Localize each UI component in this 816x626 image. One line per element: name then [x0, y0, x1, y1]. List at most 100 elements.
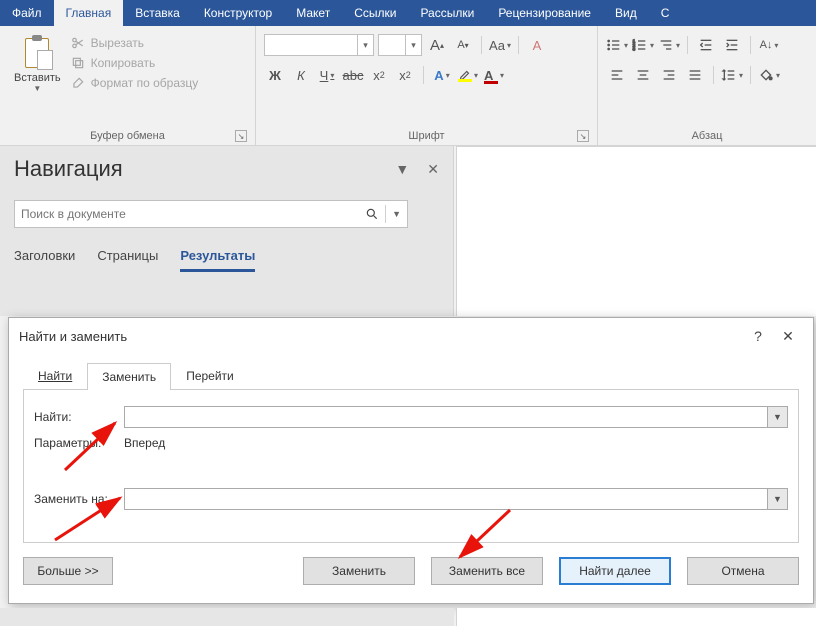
copy-icon: [71, 56, 85, 70]
menu-home[interactable]: Главная: [54, 0, 124, 26]
ribbon-group-paragraph: 123 A↓: [598, 26, 816, 145]
menu-references[interactable]: Ссылки: [342, 0, 408, 26]
navigation-tabs: Заголовки Страницы Результаты: [14, 248, 439, 272]
align-left-button[interactable]: [606, 64, 628, 86]
chevron-down-icon[interactable]: ▾: [357, 35, 373, 55]
indent-icon: [724, 37, 740, 53]
numbering-button[interactable]: 123: [632, 34, 654, 56]
menu-design[interactable]: Конструктор: [192, 0, 284, 26]
find-replace-dialog: Найти и заменить ? ✕ Найти Заменить Пере…: [8, 317, 814, 604]
tab-goto[interactable]: Перейти: [171, 362, 249, 389]
underline-button[interactable]: Ч: [316, 64, 338, 86]
list-multilevel-icon: [658, 37, 674, 53]
ribbon-group-font: ▾ ▾ A▴ A▾ Aa A Ж К Ч abc x2 x2: [256, 26, 598, 145]
paste-icon: [21, 34, 53, 70]
find-input[interactable]: [125, 407, 767, 427]
chevron-down-icon[interactable]: ▾: [405, 35, 421, 55]
dialog-launcher-icon[interactable]: ↘: [577, 130, 589, 142]
align-justify-button[interactable]: [684, 64, 706, 86]
nav-tab-results[interactable]: Результаты: [180, 248, 255, 272]
highlight-button[interactable]: [457, 64, 479, 86]
menu-review[interactable]: Рецензирование: [486, 0, 603, 26]
chevron-down-icon[interactable]: ▼: [767, 489, 787, 509]
replace-all-button[interactable]: Заменить все: [431, 557, 543, 585]
close-icon[interactable]: ✕: [773, 328, 803, 345]
chevron-down-icon[interactable]: ▼: [767, 407, 787, 427]
chevron-down-icon[interactable]: ▼: [395, 161, 409, 178]
shrink-font-button[interactable]: A▾: [452, 34, 474, 56]
replace-input[interactable]: [125, 489, 767, 509]
search-input[interactable]: [21, 207, 365, 221]
copy-button[interactable]: Копировать: [71, 56, 199, 70]
menu-layout[interactable]: Макет: [284, 0, 342, 26]
font-color-button[interactable]: A: [483, 64, 505, 86]
dialog-titlebar[interactable]: Найти и заменить ? ✕: [9, 318, 813, 354]
navigation-title: Навигация: [14, 156, 123, 182]
paste-label: Вставить: [14, 72, 61, 84]
shading-button[interactable]: [758, 64, 780, 86]
chevron-down-icon[interactable]: ▼: [392, 209, 401, 219]
strike-button[interactable]: abc: [342, 64, 364, 86]
nav-tab-pages[interactable]: Страницы: [97, 248, 158, 272]
pane-background: [0, 608, 454, 626]
change-case-button[interactable]: Aa: [489, 34, 511, 56]
bold-button[interactable]: Ж: [264, 64, 286, 86]
paste-button[interactable]: Вставить ▼: [8, 30, 67, 97]
document-area[interactable]: [456, 146, 816, 316]
menu-extra[interactable]: С: [649, 0, 682, 26]
tab-replace[interactable]: Заменить: [87, 363, 171, 390]
menu-insert[interactable]: Вставка: [123, 0, 192, 26]
menu-mail[interactable]: Рассылки: [408, 0, 486, 26]
svg-text:3: 3: [633, 46, 636, 51]
bucket-icon: [758, 67, 774, 83]
menu-view[interactable]: Вид: [603, 0, 649, 26]
line-spacing-icon: [721, 67, 737, 83]
more-button[interactable]: Больше >>: [23, 557, 113, 585]
nav-tab-headings[interactable]: Заголовки: [14, 248, 75, 272]
chevron-down-icon[interactable]: ▼: [33, 84, 41, 93]
dialog-launcher-icon[interactable]: ↘: [235, 130, 247, 142]
subscript-button[interactable]: x2: [368, 64, 390, 86]
font-size-combo[interactable]: ▾: [378, 34, 422, 56]
superscript-button[interactable]: x2: [394, 64, 416, 86]
close-icon[interactable]: ✕: [427, 161, 439, 178]
ribbon: Вставить ▼ Вырезать Копировать Формат по…: [0, 26, 816, 146]
dialog-title: Найти и заменить: [19, 329, 127, 344]
replace-button[interactable]: Заменить: [303, 557, 415, 585]
grow-font-button[interactable]: A▴: [426, 34, 448, 56]
help-button[interactable]: ?: [743, 328, 773, 344]
ribbon-group-clipboard: Вставить ▼ Вырезать Копировать Формат по…: [0, 26, 256, 145]
decrease-indent-button[interactable]: [695, 34, 717, 56]
format-painter-button[interactable]: Формат по образцу: [71, 76, 199, 90]
sort-button[interactable]: A↓: [758, 34, 780, 56]
replace-label: Заменить на:: [34, 492, 124, 506]
align-center-icon: [635, 67, 651, 83]
outdent-icon: [698, 37, 714, 53]
replace-combo[interactable]: ▼: [124, 488, 788, 510]
menu-bar: Файл Главная Вставка Конструктор Макет С…: [0, 0, 816, 26]
params-label: Параметры:: [34, 436, 124, 450]
multilevel-button[interactable]: [658, 34, 680, 56]
align-right-button[interactable]: [658, 64, 680, 86]
italic-button[interactable]: К: [290, 64, 312, 86]
find-next-button[interactable]: Найти далее: [559, 557, 671, 585]
navigation-search[interactable]: ▼: [14, 200, 408, 228]
menu-file[interactable]: Файл: [0, 0, 54, 26]
text-effects-button[interactable]: A: [431, 64, 453, 86]
cancel-button[interactable]: Отмена: [687, 557, 799, 585]
tab-find[interactable]: Найти: [23, 362, 87, 389]
align-center-button[interactable]: [632, 64, 654, 86]
clipboard-actions: Вырезать Копировать Формат по образцу: [67, 30, 203, 96]
copy-label: Копировать: [91, 56, 156, 70]
search-icon[interactable]: [365, 207, 379, 221]
cut-button[interactable]: Вырезать: [71, 36, 199, 50]
brush-icon: [71, 76, 85, 90]
bullets-button[interactable]: [606, 34, 628, 56]
clear-format-button[interactable]: A: [526, 34, 548, 56]
group-label-paragraph: Абзац: [606, 127, 808, 145]
find-label: Найти:: [34, 410, 124, 424]
increase-indent-button[interactable]: [721, 34, 743, 56]
find-combo[interactable]: ▼: [124, 406, 788, 428]
line-spacing-button[interactable]: [721, 64, 743, 86]
font-name-combo[interactable]: ▾: [264, 34, 374, 56]
